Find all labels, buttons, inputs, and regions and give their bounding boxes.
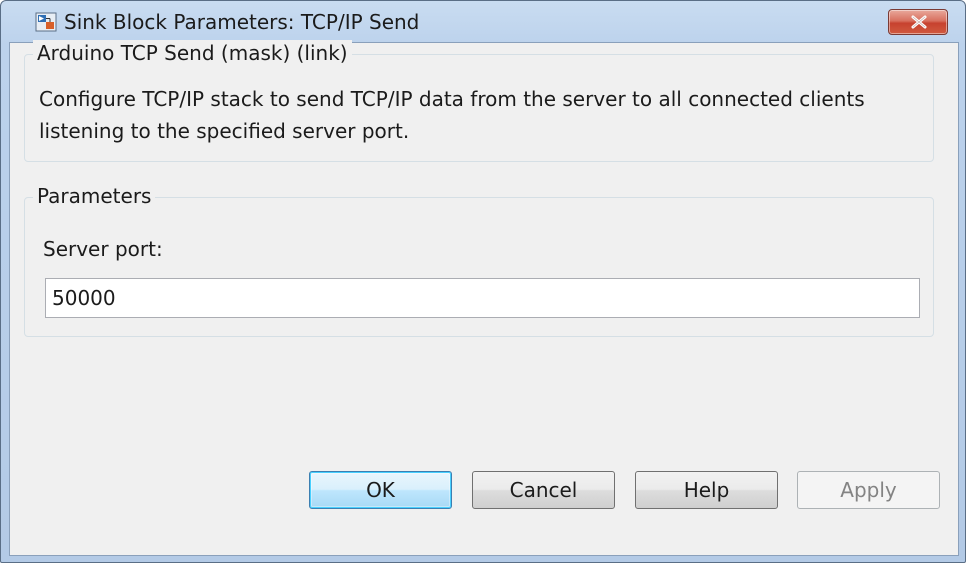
close-button[interactable] [888,9,948,35]
ok-button[interactable]: OK [309,471,452,509]
description-group-title: Arduino TCP Send (mask) (link) [33,40,352,66]
apply-button: Apply [797,471,940,509]
cancel-button[interactable]: Cancel [472,471,615,509]
parameters-group: Parameters Server port: [24,183,934,337]
server-port-input[interactable] [45,278,920,318]
server-port-label: Server port: [43,237,163,261]
help-button[interactable]: Help [635,471,778,509]
window-title: Sink Block Parameters: TCP/IP Send [64,10,420,34]
parameters-group-title: Parameters [33,183,156,209]
block-description: Configure TCP/IP stack to send TCP/IP da… [39,87,865,143]
close-x-icon [911,15,927,29]
simulink-block-icon [35,12,57,32]
title-bar[interactable]: Sink Block Parameters: TCP/IP Send [1,1,965,43]
dialog-window: Sink Block Parameters: TCP/IP Send Ardui… [0,0,966,563]
description-group: Arduino TCP Send (mask) (link) Configure… [24,40,934,162]
